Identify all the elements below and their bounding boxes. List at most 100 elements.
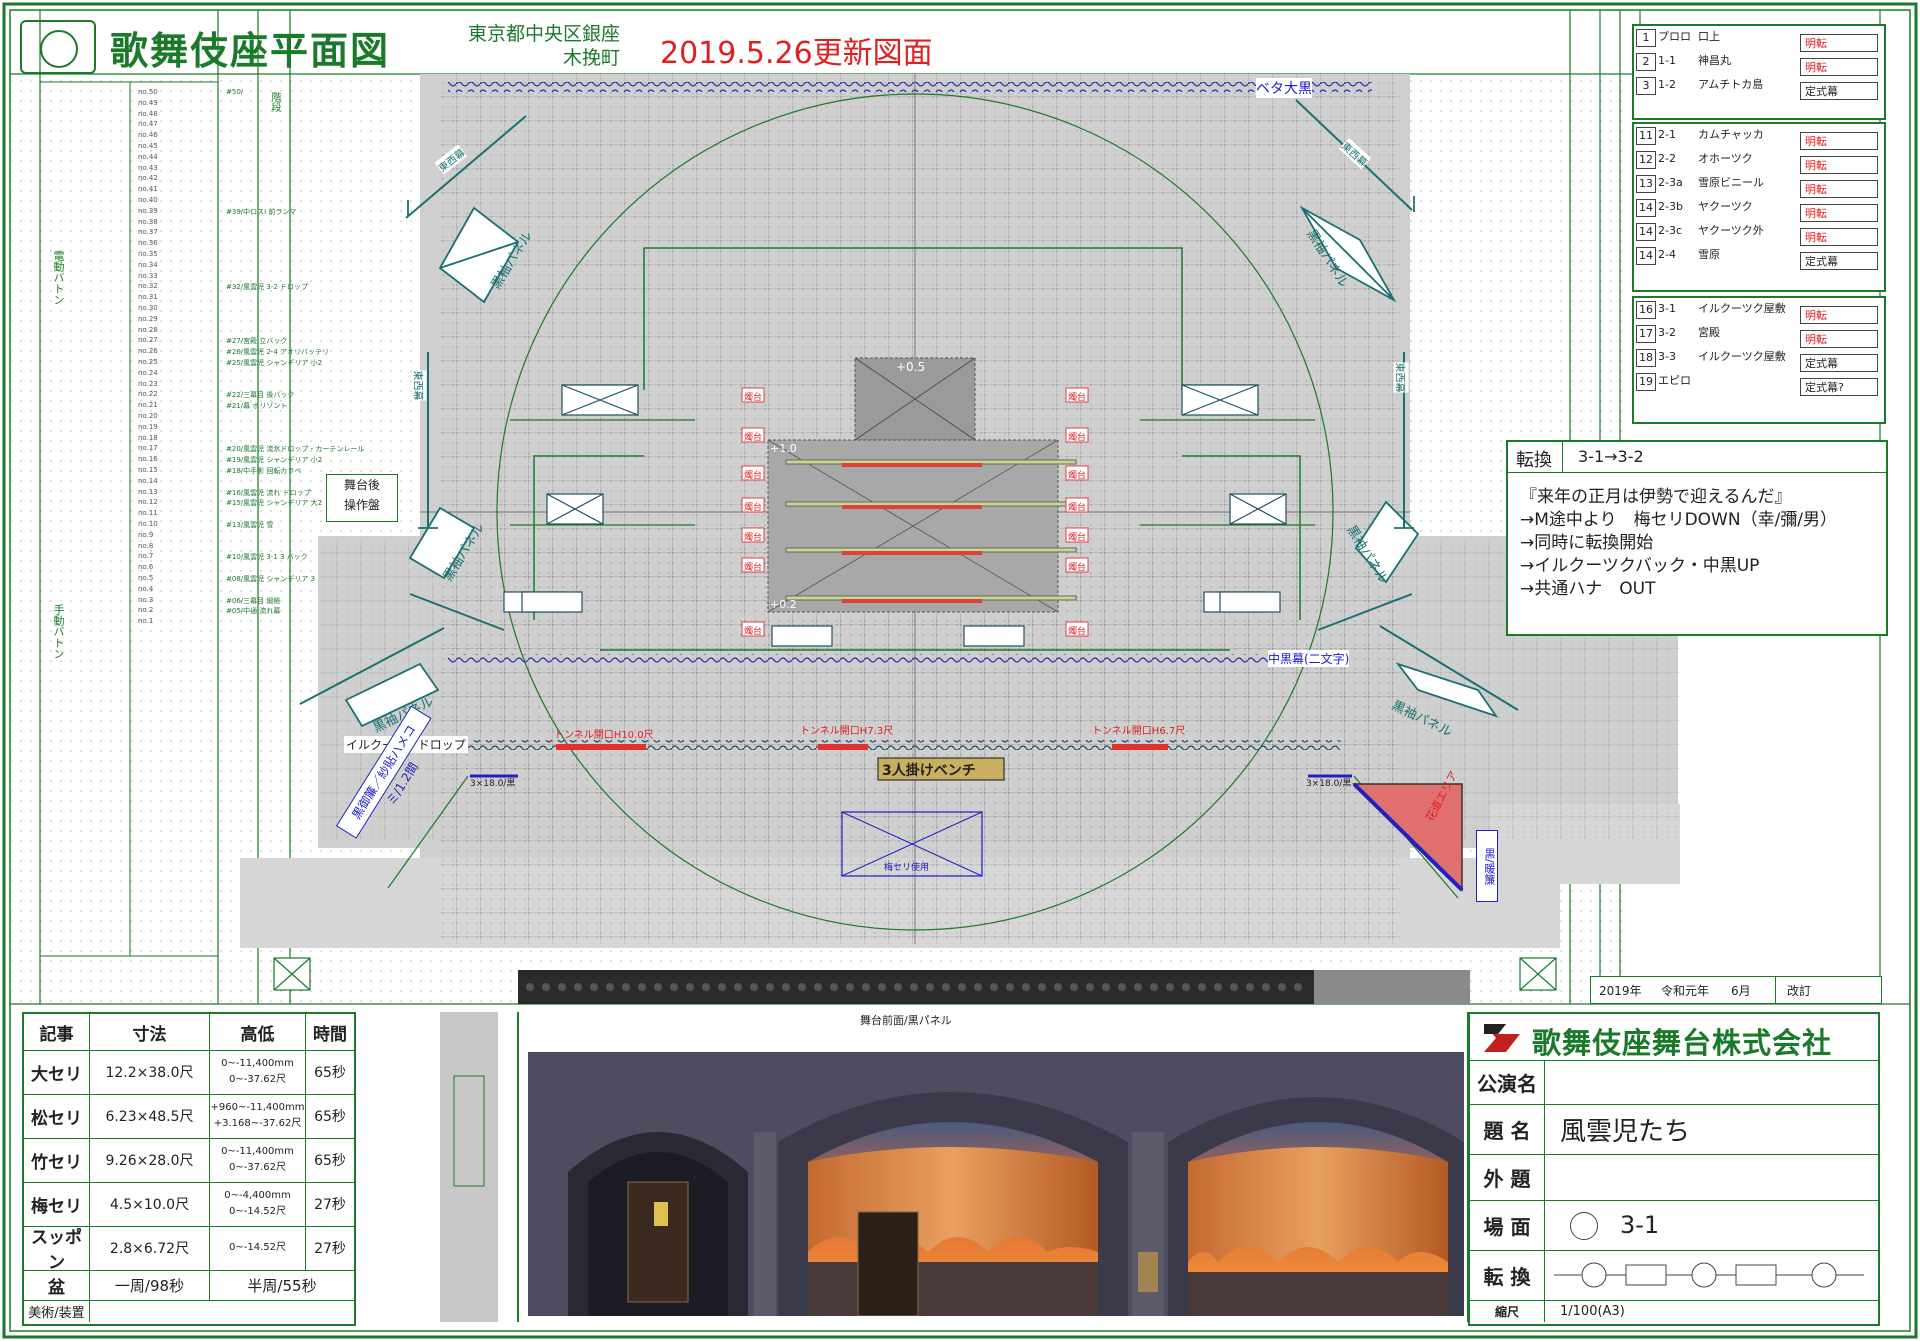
scene-code: 2-3a [1658, 176, 1683, 189]
seri-range-value: 0~-14.52尺 [229, 1206, 286, 1217]
title-label: 題 名 [1470, 1104, 1545, 1154]
batten-number: no.31 [138, 293, 158, 302]
company-name: 歌舞伎座舞台株式会社 [1532, 1026, 1833, 1060]
label-bench: 3人掛けベンチ [882, 763, 976, 779]
batten-number: no.12 [138, 498, 158, 507]
label-plus-02: +0.2 [770, 598, 797, 611]
label-stairs: 階段 [269, 92, 280, 112]
label-plus-10: +1.0 [770, 442, 797, 455]
batten-assignment: #19/風雲児 シャンデリア 小2 [226, 456, 323, 465]
candle-3: 燭台 [744, 433, 763, 443]
header-sunpou: 寸法 [90, 1014, 210, 1050]
candle-12: 燭台 [1068, 563, 1087, 573]
scene-code: 2-1 [1658, 128, 1676, 141]
scene-number: 19 [1636, 373, 1656, 391]
transition-line: 『来年の正月は伊勢で迎えるんだ』 [1520, 487, 1792, 507]
revision-month: 6月 [1731, 984, 1751, 998]
seri-range: 0~-14.52尺 [210, 1226, 306, 1270]
batten-assignment: #20/風雲児 流氷ドロップ・カーテンレール [226, 445, 365, 454]
seri-time: 65秒 [314, 1109, 346, 1125]
scene-row: 17 3-2 宮殿 明転 [1634, 322, 1884, 348]
scene-row: 11 2-1 カムチャッカ 明転 [1634, 124, 1884, 150]
control-panel-label-1: 舞台後 [343, 478, 380, 492]
scale-label: 縮尺 [1470, 1300, 1545, 1322]
seri-size: 9.26×28.0尺 [90, 1138, 210, 1182]
batten-number: no.5 [138, 574, 154, 582]
label-beta-kuro: ベタ大黒 [1256, 78, 1312, 98]
scene-number: 13 [1636, 175, 1656, 193]
bon-row: 盆 一周/98秒 半周/55秒 [24, 1270, 354, 1301]
batten-number: no.17 [138, 444, 158, 453]
seri-range-value: 0~-14.52尺 [229, 1242, 286, 1253]
scene-number: 2 [1636, 53, 1656, 71]
scene-circle-icon [1570, 1212, 1598, 1240]
batten-number: no.46 [138, 131, 158, 140]
label-plus-05: +0.5 [896, 360, 926, 374]
candle-7: 燭台 [744, 503, 763, 513]
batten-number: no.3 [138, 595, 154, 604]
address-line-2: 木挽町 [562, 47, 620, 69]
batten-number: no.30 [138, 304, 158, 312]
scene-code: プロロ [1658, 30, 1691, 43]
change-symbol-icon [1554, 1260, 1864, 1294]
batten-number: no.18 [138, 433, 158, 442]
scene-code: エピロ [1658, 374, 1691, 387]
label-ume-seri: 梅セリ使用 [884, 863, 930, 873]
batten-number: no.45 [138, 142, 158, 150]
seri-name: 大セリ [24, 1050, 90, 1094]
scene-row: 12 2-2 オホーツク 明転 [1634, 148, 1884, 174]
bon-half: 半周/55秒 [247, 1276, 317, 1295]
scene-row: 場 面 3-1 [1470, 1200, 1878, 1251]
performance-row: 公演名 [1470, 1060, 1878, 1105]
bon-full: 一周/98秒 [90, 1270, 210, 1300]
batten-number: no.4 [138, 584, 154, 593]
batten-number: no.7 [138, 552, 154, 561]
seri-range-value: +960~-11,400mm [210, 1102, 305, 1113]
label-electric-batten: 電動バトン [52, 250, 65, 305]
art-label: 美術/装置 [24, 1300, 90, 1322]
batten-assignment: #16/風雲児 流れ ドロップ [226, 488, 311, 497]
batten-number: no.44 [138, 152, 158, 161]
seri-time: 27秒 [314, 1241, 346, 1257]
batten-number: no.13 [138, 487, 158, 496]
label-tunnel-2: トンネル開口H7.3尺 [800, 726, 894, 737]
scene-change: 定式幕 [1800, 82, 1878, 100]
scene-row: 14 2-4 雪原 定式幕 [1634, 244, 1884, 270]
title-value: 風雲児たち [1560, 1116, 1691, 1147]
scene-number: 16 [1636, 301, 1656, 319]
address: 東京都中央区銀座 木挽町 [420, 22, 620, 70]
scene-table-act3: 16 3-1 イルクーツク屋敷 明転 17 3-2 宮殿 明転 18 3-3 イルクーツク屋敷 定式幕… [1632, 296, 1886, 424]
candle-9: 燭台 [744, 533, 763, 543]
scale-row: 縮尺 1/100(A3) [1470, 1300, 1878, 1322]
batten-assignment: #15/風雲児 シャンデリア 大2 [226, 499, 323, 508]
scene-table-act1: 1 プロロ 口上 明転 2 1-1 神昌丸 明転 3 1-2 アムチトカ島 定式幕 [1632, 24, 1886, 120]
company-logo-icon [1484, 1024, 1520, 1052]
scene-code: 2-2 [1658, 152, 1676, 165]
batten-assignment: #22/三幕目 後バック [226, 391, 295, 400]
naka-kuro-curtain [448, 654, 1268, 664]
batten-number: no.41 [138, 185, 158, 194]
seri-size: 12.2×38.0尺 [90, 1050, 210, 1094]
scene-row: 2 1-1 神昌丸 明転 [1634, 50, 1884, 76]
theatre-logo [20, 20, 96, 74]
scene-row: 18 3-3 イルクーツク屋敷 定式幕 [1634, 346, 1884, 372]
control-panel-label-2: 操作盤 [343, 498, 380, 512]
batten-number: no.6 [138, 563, 154, 572]
revision-label: 改訂 [1787, 984, 1812, 998]
scene-value: 3-1 [1620, 1211, 1660, 1239]
batten-assignment: #13/風雲児 雪 [226, 521, 274, 529]
seri-row: 松セリ 6.23×48.5尺 65秒 +960~-11,400mm +3.168~-37… [24, 1094, 354, 1139]
revision-year: 2019年 [1599, 984, 1642, 998]
batten-number: no.20 [138, 412, 158, 420]
batten-assignment: #39/中ロスI 前ランマ [226, 207, 297, 216]
batten-number: no.49 [138, 98, 158, 107]
batten-number: no.50 [138, 88, 158, 96]
scene-code: 3-3 [1658, 350, 1676, 363]
scene-number: 14 [1636, 223, 1656, 241]
batten-number: no.34 [138, 260, 158, 269]
label-left-3x18: 3×18.0/黒 [470, 779, 516, 789]
title-row: 題 名 風雲児たち [1470, 1104, 1878, 1155]
batten-number: no.36 [138, 239, 158, 248]
scene-code: 1-1 [1658, 54, 1676, 67]
scene-change: 定式幕 [1800, 252, 1878, 270]
